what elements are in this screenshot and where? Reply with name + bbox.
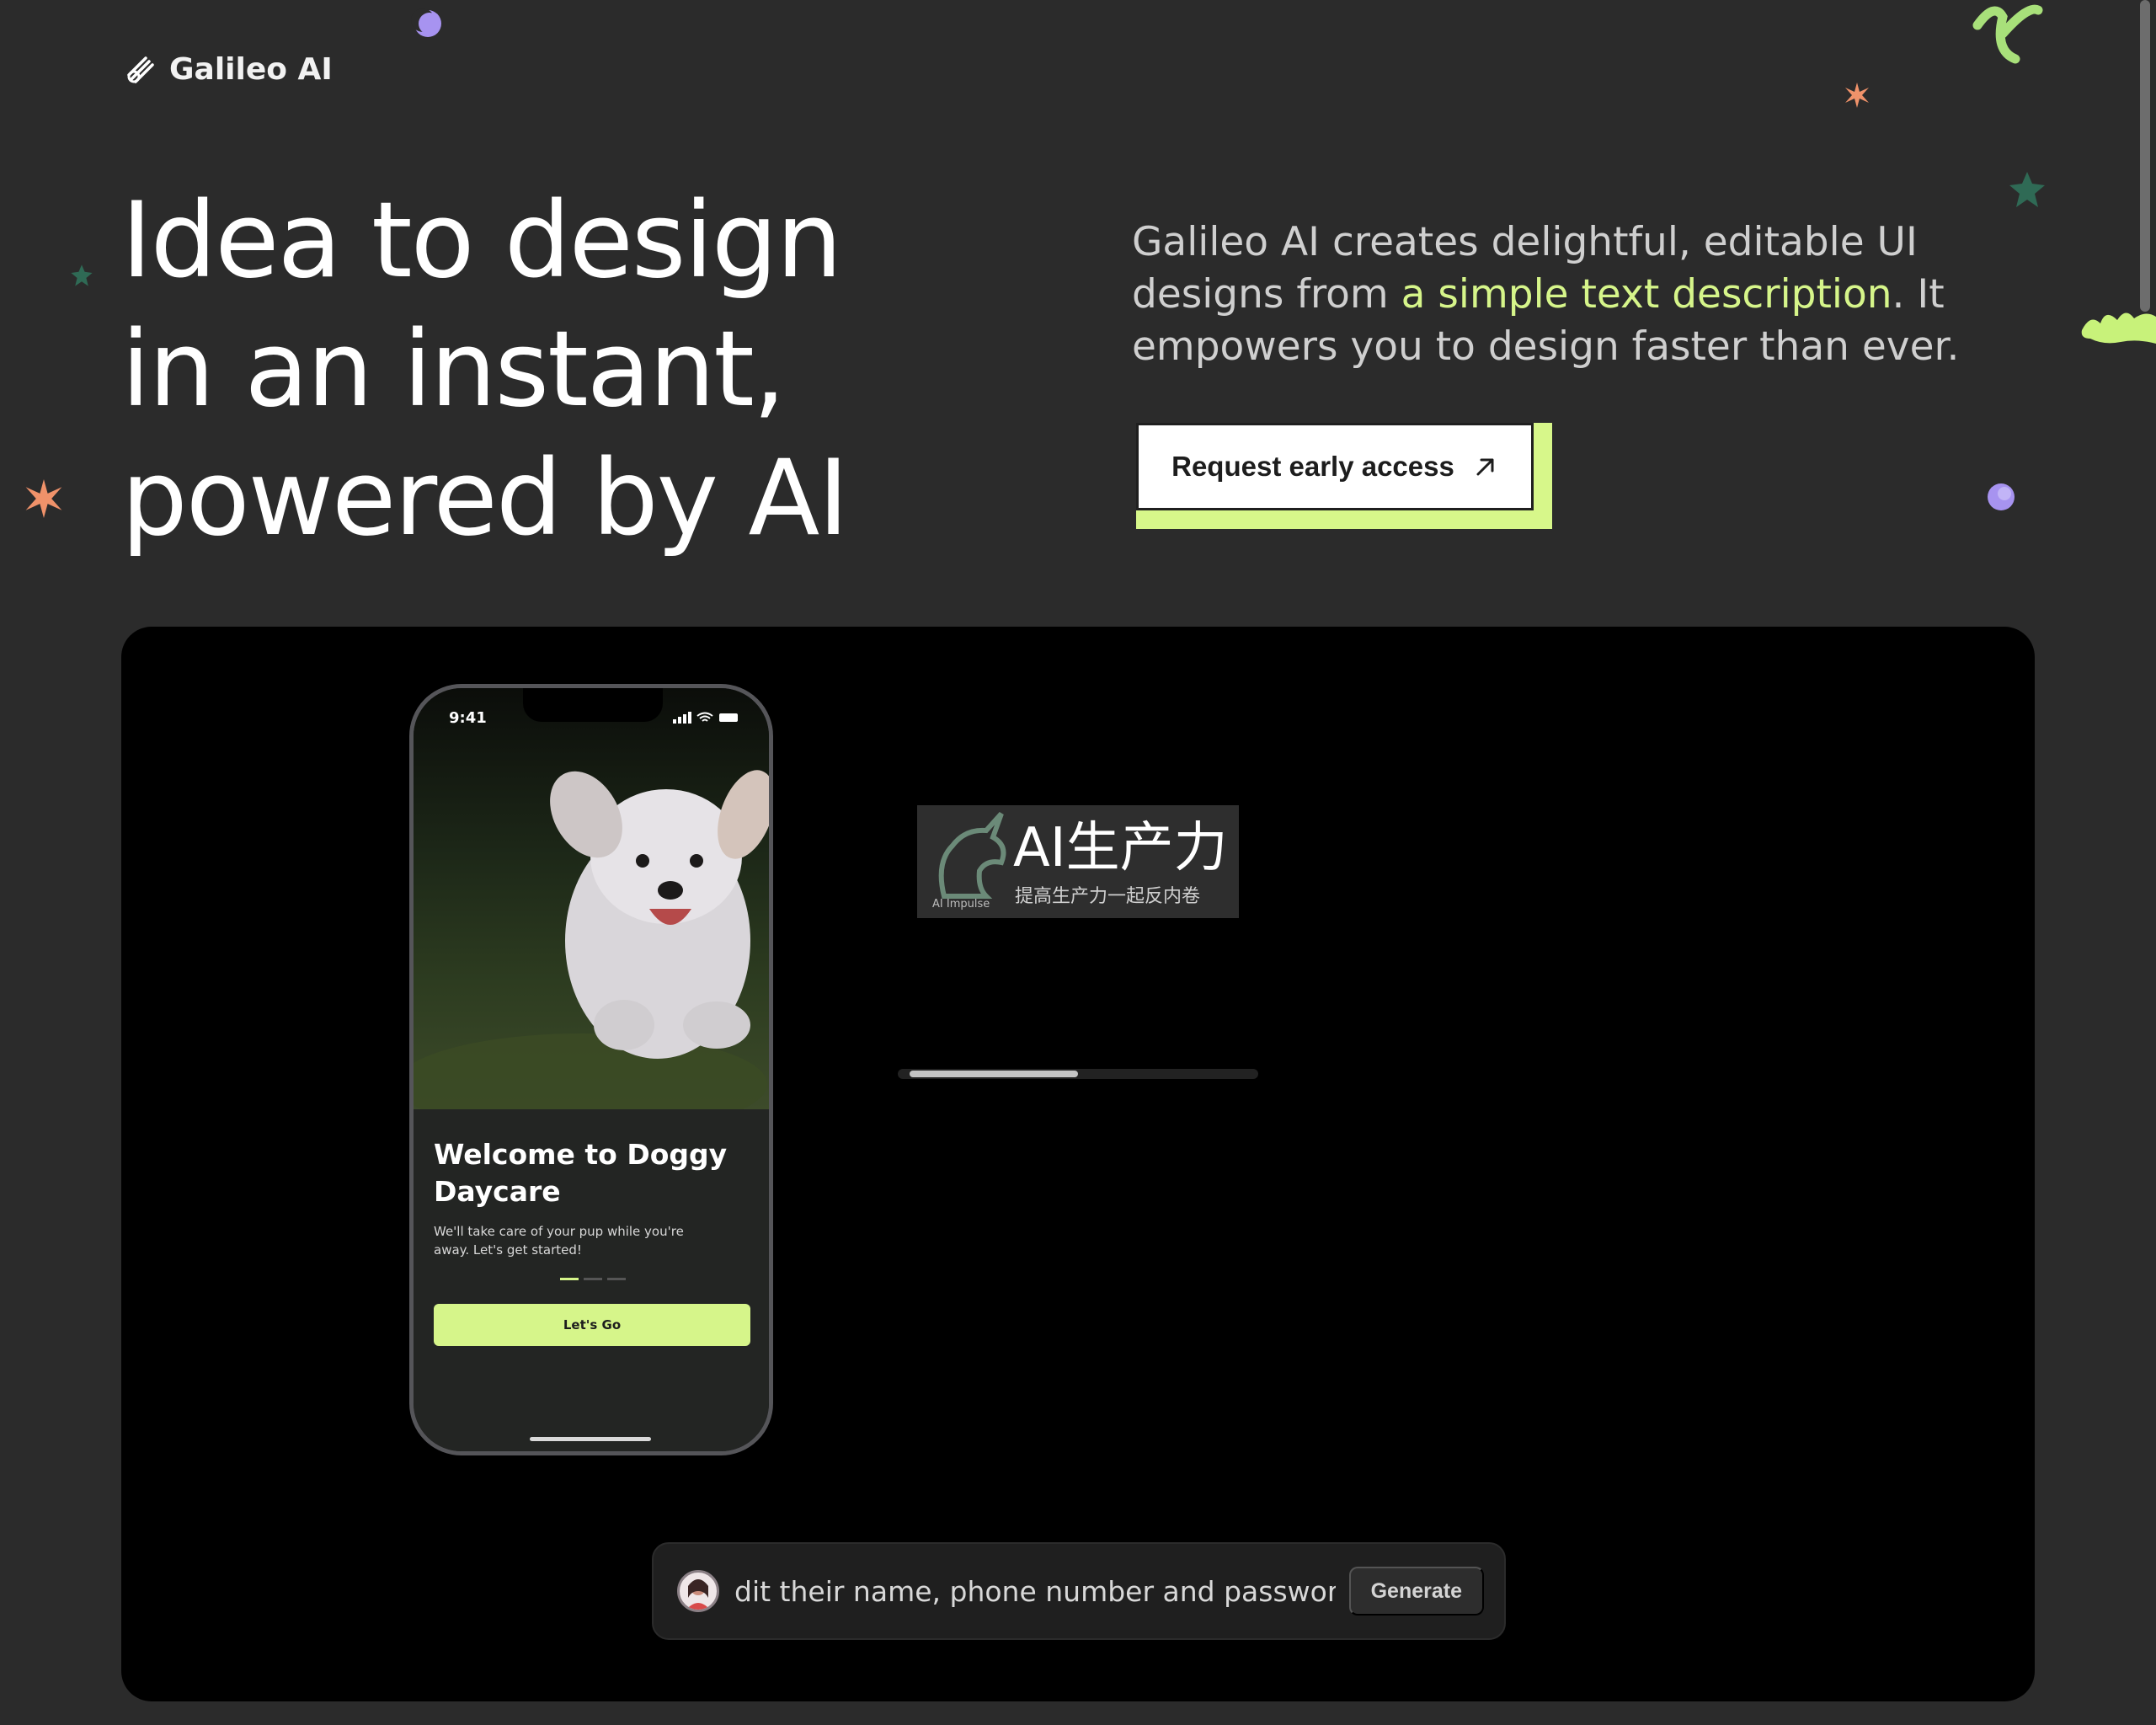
home-indicator (530, 1437, 651, 1441)
status-icons (673, 712, 740, 724)
arrow-up-right-icon (1476, 458, 1494, 476)
phone-notch (523, 688, 663, 722)
signal-icon (673, 712, 691, 724)
star-icon (2009, 172, 2045, 207)
request-early-access-button[interactable]: Request early access (1136, 423, 1534, 510)
headline-line: in an instant, (121, 309, 786, 430)
phone-content: Welcome to Doggy Daycare We'll take care… (414, 1109, 769, 1451)
headline-line: powered by AI (121, 438, 849, 559)
scrollbar[interactable] (2140, 0, 2150, 312)
generation-progress-bar (898, 1069, 1258, 1079)
demo-stage: 9:41 Welcome to Doggy Daycare We'll take… (121, 627, 2035, 1701)
moon-icon (1988, 483, 2015, 510)
landing-page: Galileo AI Idea to design in an instant,… (0, 0, 2156, 1725)
prompt-bar: dit their name, phone number and passwor… (652, 1542, 1506, 1640)
pagination-dots (434, 1278, 752, 1280)
watermark-brand: AI生产力 (1013, 817, 1228, 879)
description-accent: a simple text description (1401, 271, 1892, 318)
headline-line: Idea to design (121, 180, 842, 302)
battery-icon (719, 713, 738, 722)
phone-title: Welcome to Doggy Daycare (434, 1138, 728, 1208)
pagination-dot[interactable] (607, 1278, 626, 1280)
pagination-dot[interactable] (560, 1278, 579, 1280)
progress-fill (910, 1071, 1078, 1077)
prompt-text: dit their name, phone number and passwor… (734, 1574, 1336, 1608)
dog-photo (414, 688, 769, 1109)
brand-name: Galileo AI (169, 52, 333, 87)
squiggle-icon (1972, 4, 2043, 64)
moon-icon (411, 8, 441, 37)
avatar-image (686, 1579, 710, 1610)
phone-subtitle: We'll take care of your pup while you're… (434, 1224, 684, 1258)
wifi-icon (696, 712, 713, 722)
status-time: 9:41 (449, 708, 487, 727)
star-icon (71, 264, 93, 286)
pagination-dot[interactable] (584, 1278, 602, 1280)
hero-headline: Idea to design in an instant, powered by… (121, 177, 849, 563)
phone-mockup: 9:41 Welcome to Doggy Daycare We'll take… (409, 684, 773, 1455)
watermark-logo-text: AI Impulse (932, 898, 990, 911)
hero-description: Galileo AI creates delightful, editable … (1132, 216, 1974, 373)
cta-wrapper: Request early access (1136, 423, 1552, 529)
prompt-input[interactable]: dit their name, phone number and passwor… (734, 1566, 1336, 1616)
cta-label: Request early access (1171, 451, 1454, 482)
unicorn-logo-icon (938, 812, 1006, 899)
sparkle-icon (25, 479, 62, 518)
watermark-tagline: 提高生产力一起反内卷 (1015, 886, 1201, 907)
brand-logo[interactable]: Galileo AI (124, 52, 333, 87)
watermark: AI生产力 提高生产力一起反内卷 AI Impulse (917, 805, 1239, 918)
avatar (677, 1570, 719, 1612)
lets-go-button[interactable]: Let's Go (434, 1304, 750, 1346)
sparkle-icon (1845, 83, 1869, 108)
dog-illustration (414, 770, 769, 1109)
generate-button[interactable]: Generate (1348, 1567, 1484, 1616)
galileo-logo-icon (127, 56, 154, 83)
